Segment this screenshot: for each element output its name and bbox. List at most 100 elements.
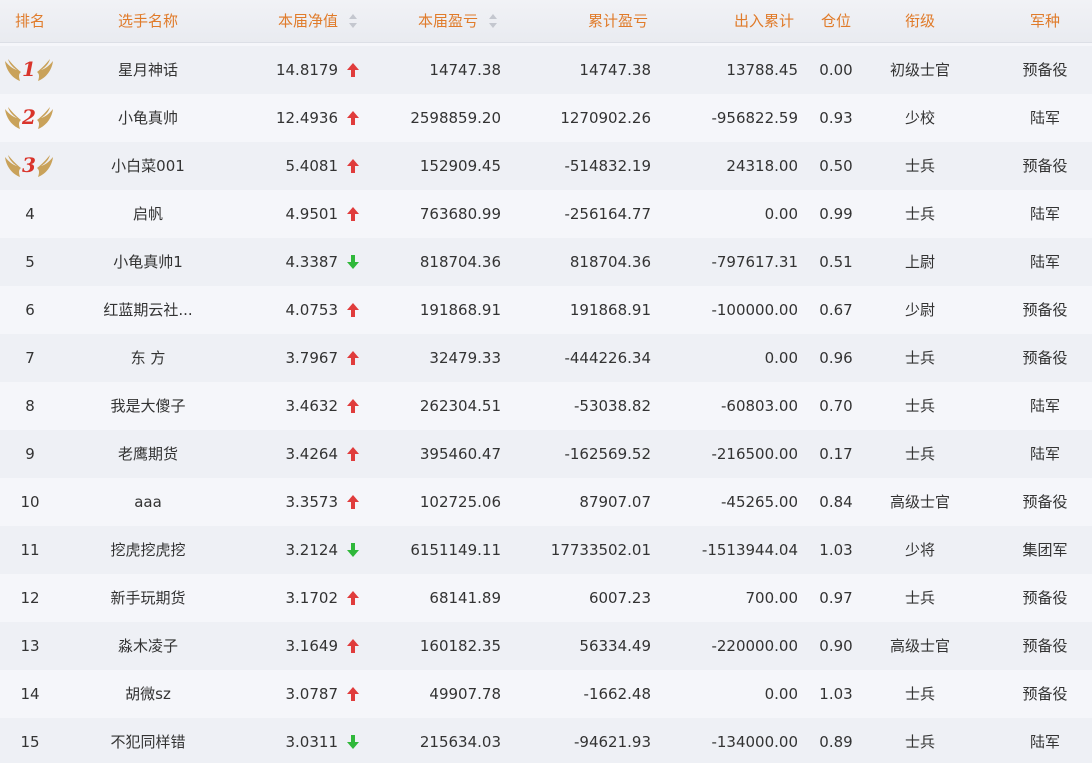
net-value: 3.2124 [285, 541, 339, 559]
player-name[interactable]: aaa [78, 478, 218, 526]
player-name[interactable]: 东 方 [78, 334, 218, 382]
branch-value: 预备役 [1022, 637, 1068, 655]
table-row[interactable]: 6 红蓝期云社... 4.0753 191868.91 191868.91 -100000… [0, 286, 1092, 334]
net-value: 4.3387 [285, 253, 339, 271]
table-row[interactable]: 3 小白菜001 5.4081 152909.45 -514832.19 24318.00… [0, 142, 1092, 190]
arrow-up-icon [347, 111, 359, 125]
position-value: 0.51 [819, 253, 853, 271]
cum-profit-value: -53038.82 [574, 397, 651, 415]
table-row[interactable]: 11 挖虎挖虎挖 3.2124 6151149.11 17733502.01 -15139… [0, 526, 1092, 574]
player-name[interactable]: 星月神话 [78, 46, 218, 94]
table-header: 排名 选手名称 本届净值 本届盈亏 累计盈亏 出入累计 仓位 衔级 军种 [0, 0, 1092, 43]
in-out-value: -220000.00 [711, 637, 798, 655]
player-name[interactable]: 不犯同样错 [78, 718, 218, 763]
position-value: 0.84 [819, 493, 853, 511]
header-in-out[interactable]: 出入累计 [666, 0, 794, 42]
net-value: 3.3573 [285, 493, 339, 511]
in-out-value: 13788.45 [726, 61, 798, 79]
player-name[interactable]: 挖虎挖虎挖 [78, 526, 218, 574]
table-row[interactable]: 12 新手玩期货 3.1702 68141.89 6007.23 700.00 0.97 士兵… [0, 574, 1092, 622]
player-name[interactable]: 启帆 [78, 190, 218, 238]
player-name[interactable]: 小龟真帅 [78, 94, 218, 142]
position-value: 0.89 [819, 733, 853, 751]
arrow-up-icon [347, 447, 359, 461]
branch-value: 陆军 [1029, 205, 1060, 223]
table-row[interactable]: 4 启帆 4.9501 763680.99 -256164.77 0.00 0.99 士兵 陆军 [0, 190, 1092, 238]
player-name[interactable]: 老鹰期货 [78, 430, 218, 478]
position-value: 0.93 [819, 109, 853, 127]
header-rank[interactable]: 排名 [0, 0, 60, 42]
winged-medal-icon: 3 [2, 152, 56, 180]
in-out-value: -100000.00 [711, 301, 798, 319]
cum-profit-value: 191868.91 [569, 301, 651, 319]
net-value: 3.0787 [285, 685, 339, 703]
header-net-value[interactable]: 本届净值 [230, 0, 338, 42]
header-name[interactable]: 选手名称 [78, 0, 218, 42]
profit-value: 14747.38 [429, 61, 501, 79]
profit-value: 763680.99 [419, 205, 501, 223]
player-name[interactable]: 红蓝期云社... [78, 286, 218, 334]
position-value: 1.03 [819, 685, 853, 703]
in-out-value: -45265.00 [721, 493, 798, 511]
in-out-value: -216500.00 [711, 445, 798, 463]
profit-value: 2598859.20 [410, 109, 501, 127]
arrow-up-icon [347, 63, 359, 77]
arrow-up-icon [347, 687, 359, 701]
in-out-value: 0.00 [764, 685, 798, 703]
table-row[interactable]: 9 老鹰期货 3.4264 395460.47 -162569.52 -216500.00… [0, 430, 1092, 478]
rank-number: 10 [20, 493, 40, 511]
cum-profit-value: 14747.38 [579, 61, 651, 79]
rank-number: 11 [20, 541, 40, 559]
sort-icon[interactable] [348, 13, 358, 29]
sort-icon[interactable] [488, 13, 498, 29]
position-value: 0.50 [819, 157, 853, 175]
table-row[interactable]: 13 淼木凌子 3.1649 160182.35 56334.49 -220000.00 0… [0, 622, 1092, 670]
header-branch[interactable]: 军种 [995, 0, 1092, 42]
header-grade[interactable]: 衔级 [868, 0, 972, 42]
net-value: 5.4081 [285, 157, 339, 175]
table-row[interactable]: 15 不犯同样错 3.0311 215634.03 -94621.93 -134000.0… [0, 718, 1092, 763]
header-profit[interactable]: 本届盈亏 [370, 0, 478, 42]
profit-value: 262304.51 [419, 397, 501, 415]
table-row[interactable]: 1 星月神话 14.8179 14747.38 14747.38 13788.45 0.00… [0, 46, 1092, 94]
in-out-value: -60803.00 [721, 397, 798, 415]
branch-value: 预备役 [1022, 61, 1068, 79]
rank-number: 6 [25, 301, 35, 319]
cum-profit-value: 818704.36 [569, 253, 651, 271]
grade-value: 少尉 [904, 301, 935, 319]
table-row[interactable]: 5 小龟真帅1 4.3387 818704.36 818704.36 -797617.31… [0, 238, 1092, 286]
cum-profit-value: -1662.48 [583, 685, 651, 703]
table-row[interactable]: 10 aaa 3.3573 102725.06 87907.07 -45265.00 0.8… [0, 478, 1092, 526]
profit-value: 160182.35 [419, 637, 501, 655]
net-value: 14.8179 [275, 61, 338, 79]
net-value: 3.0311 [285, 733, 339, 751]
header-cum-profit[interactable]: 累计盈亏 [520, 0, 648, 42]
table-row[interactable]: 14 胡微sz 3.0787 49907.78 -1662.48 0.00 1.03 士兵 预备… [0, 670, 1092, 718]
rank-number: 1 [22, 57, 36, 81]
table-row[interactable]: 7 东 方 3.7967 32479.33 -444226.34 0.00 0.96 士兵 预备… [0, 334, 1092, 382]
branch-value: 陆军 [1029, 253, 1060, 271]
player-name[interactable]: 胡微sz [78, 670, 218, 718]
player-name[interactable]: 新手玩期货 [78, 574, 218, 622]
arrow-up-icon [347, 159, 359, 173]
rank-number: 12 [20, 589, 40, 607]
player-name[interactable]: 淼木凌子 [78, 622, 218, 670]
profit-value: 6151149.11 [410, 541, 501, 559]
header-position[interactable]: 仓位 [808, 0, 864, 42]
arrow-up-icon [347, 399, 359, 413]
player-name[interactable]: 小白菜001 [78, 142, 218, 190]
player-name[interactable]: 小龟真帅1 [78, 238, 218, 286]
in-out-value: 24318.00 [726, 157, 798, 175]
in-out-value: 700.00 [745, 589, 799, 607]
grade-value: 士兵 [904, 397, 935, 415]
profit-value: 191868.91 [419, 301, 501, 319]
table-row[interactable]: 2 小龟真帅 12.4936 2598859.20 1270902.26 -956822.… [0, 94, 1092, 142]
player-name[interactable]: 我是大傻子 [78, 382, 218, 430]
rank-number: 2 [22, 105, 36, 129]
net-value: 3.1702 [285, 589, 339, 607]
winged-medal-icon: 1 [2, 56, 56, 84]
table-row[interactable]: 8 我是大傻子 3.4632 262304.51 -53038.82 -60803.00 0… [0, 382, 1092, 430]
profit-value: 818704.36 [419, 253, 501, 271]
cum-profit-value: 56334.49 [579, 637, 651, 655]
net-value: 3.7967 [285, 349, 339, 367]
